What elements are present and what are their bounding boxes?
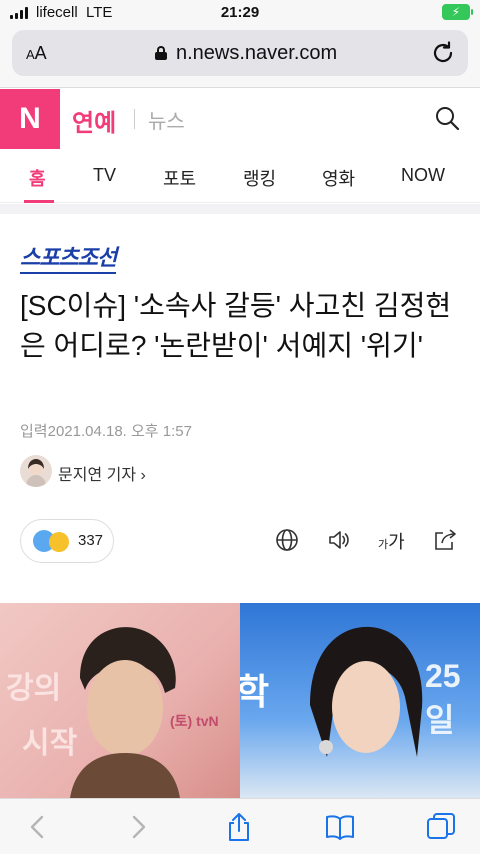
naver-header: N 연예 뉴스	[0, 89, 480, 149]
tab-home[interactable]: 홈	[29, 165, 46, 191]
section-title[interactable]: 연예	[72, 103, 116, 138]
status-bar: lifecell LTE 21:29 ⚡	[0, 0, 480, 26]
tabs-icon[interactable]	[425, 811, 457, 843]
font-size-button[interactable]: 가가	[378, 528, 405, 554]
tab-photo[interactable]: 포토	[163, 165, 196, 191]
divider	[134, 109, 135, 129]
poster-text: 학	[240, 671, 270, 712]
clock: 21:29	[220, 4, 260, 21]
reaction-button[interactable]: 337	[20, 519, 114, 563]
person-left-image	[70, 627, 180, 798]
search-icon[interactable]	[434, 105, 460, 131]
avatar	[20, 455, 52, 487]
battery-icon: ⚡	[442, 4, 473, 20]
back-icon[interactable]	[22, 811, 54, 843]
share-icon[interactable]	[433, 528, 457, 552]
reaction-count: 337	[78, 532, 104, 549]
person-right-image	[310, 626, 423, 757]
lock-icon	[155, 46, 167, 60]
tab-movie[interactable]: 영화	[322, 165, 355, 191]
reporter-name: 문지연 기자 ›	[58, 467, 146, 484]
url-text[interactable]: n.news.naver.com	[176, 42, 337, 65]
reload-icon[interactable]	[430, 40, 456, 66]
article-photo-left[interactable]: 강의 시작 (토) tvN	[0, 603, 240, 798]
forward-icon[interactable]	[122, 811, 154, 843]
speaker-icon[interactable]	[327, 528, 351, 552]
tab-now[interactable]: NOW	[401, 165, 445, 186]
category-tabs: 홈 TV 포토 랭킹 영화 NOW	[0, 149, 480, 203]
article-headline: [SC이슈] '소속사 갈등' 사고친 김정현은 어디로? '논란받이' 서예지…	[20, 290, 452, 361]
tab-tv[interactable]: TV	[93, 165, 116, 186]
globe-icon[interactable]	[275, 528, 299, 552]
tab-ranking[interactable]: 랭킹	[243, 165, 276, 191]
bookmarks-icon[interactable]	[324, 811, 356, 843]
article-date: 입력2021.04.18. 오후 1:57	[20, 423, 192, 440]
browser-bottom-toolbar	[0, 798, 480, 854]
text-size-button[interactable]: AA	[26, 43, 47, 64]
subsection-title[interactable]: 뉴스	[148, 105, 185, 134]
browser-toolbar: AA n.news.naver.com	[0, 26, 480, 88]
press-logo[interactable]: 스포츠조선	[20, 240, 117, 274]
naver-logo[interactable]: N	[0, 89, 60, 149]
active-tab-indicator	[24, 200, 54, 203]
section-gap	[0, 204, 480, 214]
share-icon[interactable]	[223, 811, 255, 843]
address-bar[interactable]: AA n.news.naver.com	[12, 30, 468, 76]
smile-emoji-icon	[49, 532, 69, 552]
article-photo-right[interactable]: 학 25일	[240, 603, 480, 798]
